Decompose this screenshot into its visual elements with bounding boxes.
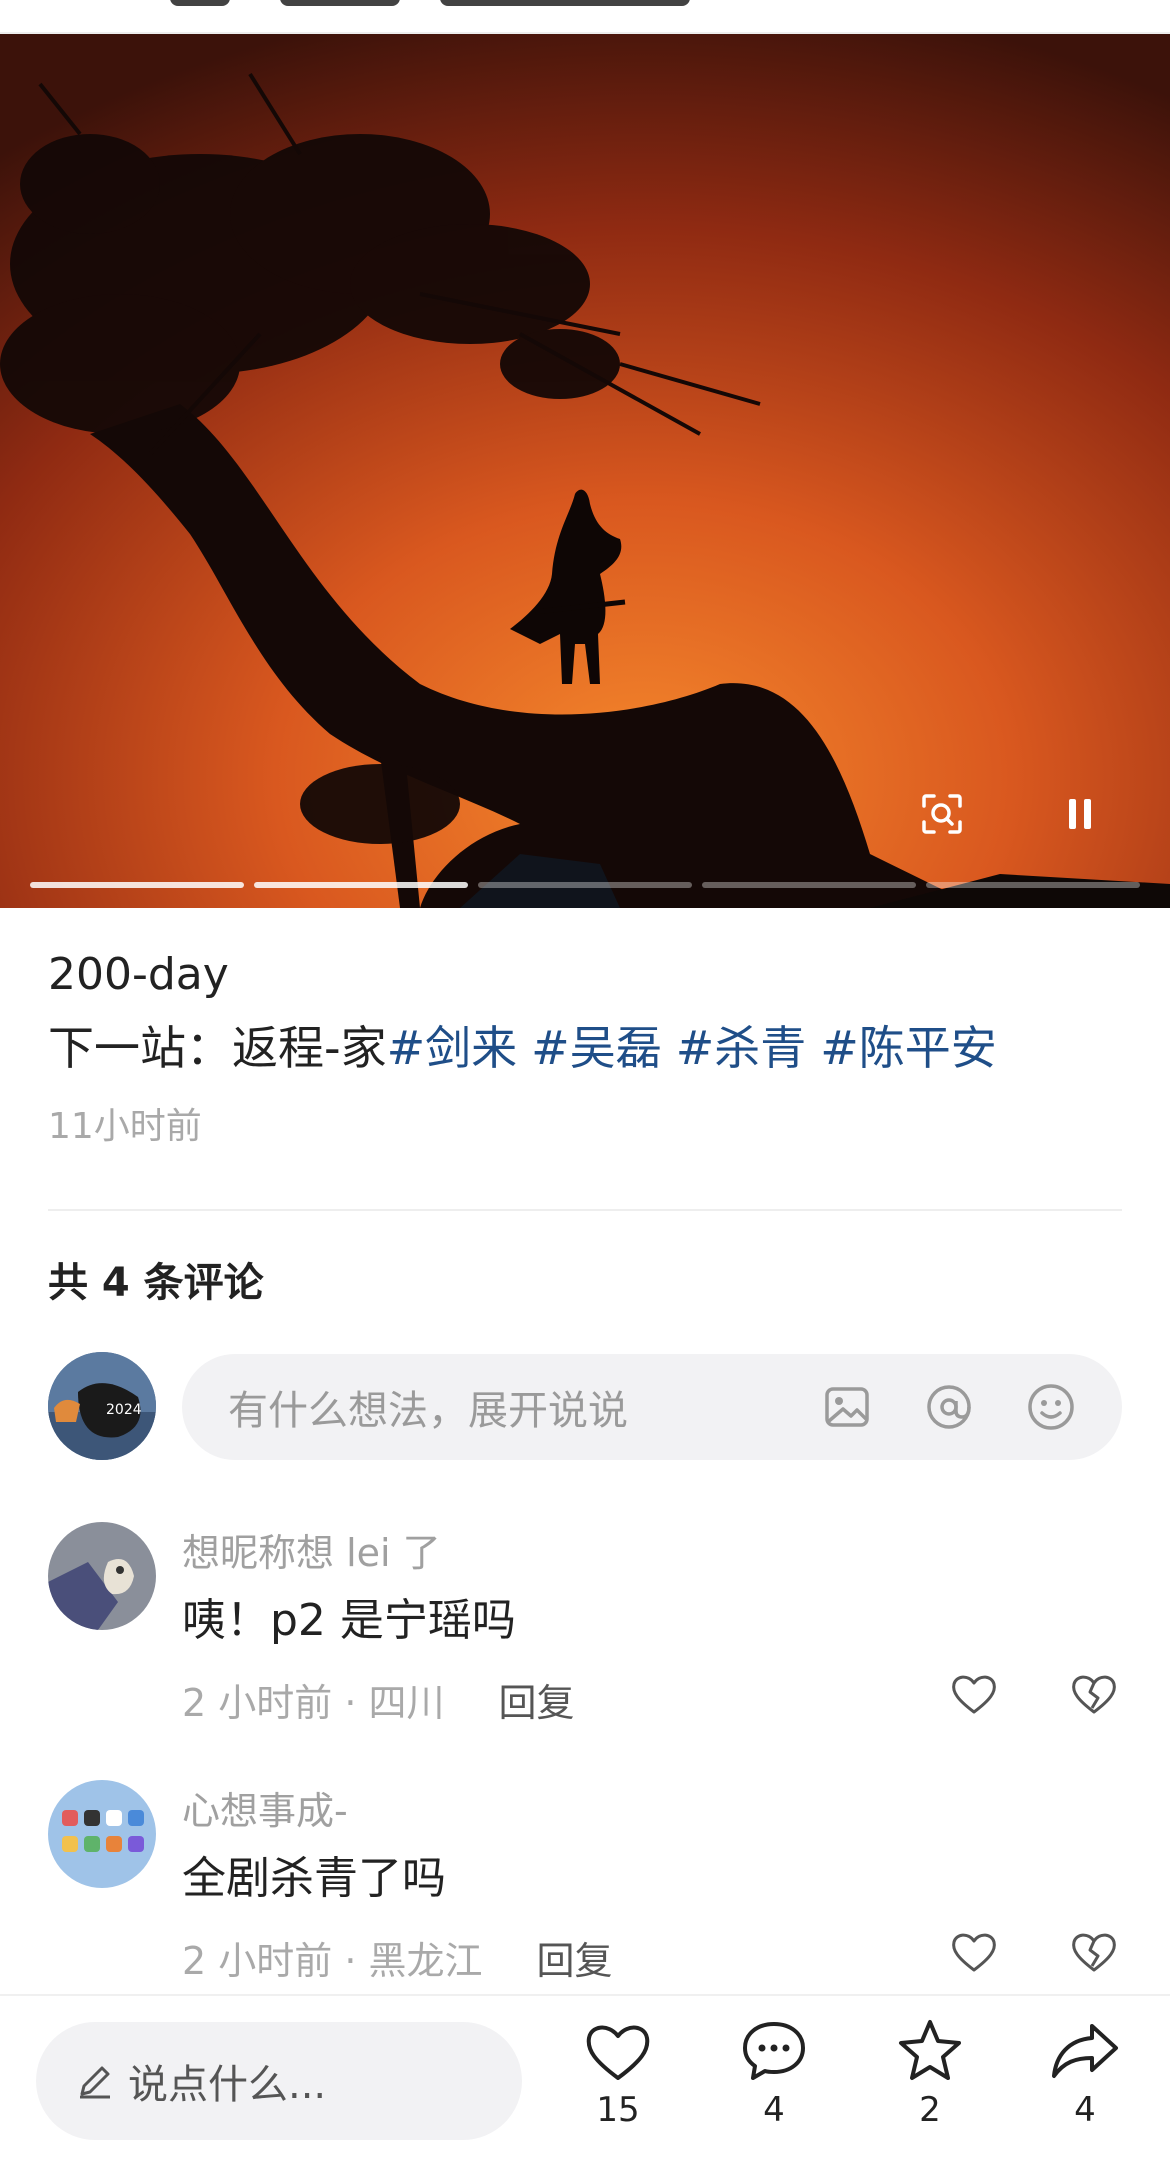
share-post-button[interactable]: 4 <box>1030 2014 1140 2154</box>
like-count: 15 <box>596 2090 640 2130</box>
bottom-input-placeholder: 说点什么... <box>128 2062 327 2108</box>
progress-segment <box>30 882 244 888</box>
hashtag-link[interactable]: #杀青 <box>676 1021 807 1075</box>
avatar-image: 2024 <box>48 1352 156 1460</box>
heart-icon <box>952 1933 996 1972</box>
comments-count-heading: 共 4 条评论 <box>48 1260 264 1306</box>
post-caption: 200-day 下一站：返程-家#剑来 #吴磊 #杀青 #陈平安 11小时前 <box>48 945 1128 1149</box>
bottom-action-bar: 说点什么... 15 4 2 4 <box>0 1994 1170 2157</box>
dislike-button[interactable] <box>1064 1922 1124 1982</box>
pencil-icon <box>80 2066 110 2099</box>
dislike-button[interactable] <box>1064 1664 1124 1724</box>
divider <box>48 1209 1122 1211</box>
comment-text: 咦！p2 是宁瑶吗 <box>182 1595 516 1646</box>
photo-progress-indicator <box>30 882 1140 888</box>
post-timestamp: 11小时前 <box>48 1106 202 1147</box>
favorite-count: 2 <box>919 2090 941 2130</box>
comment-meta: 2 小时前 · 四川 回复 <box>182 1672 575 1727</box>
hashtag-link[interactable]: #剑来 <box>387 1021 518 1075</box>
header-strip <box>0 0 1170 34</box>
sunset-silhouette-image <box>0 34 1170 908</box>
hashtag-link[interactable]: #陈平安 <box>820 1021 997 1075</box>
heart-icon <box>952 1675 996 1714</box>
favorite-post-button[interactable]: 2 <box>875 2014 985 2154</box>
post-text-prefix: 下一站：返程-家 <box>48 1021 387 1075</box>
avatar[interactable] <box>48 1522 156 1630</box>
broken-heart-icon <box>1072 1675 1116 1714</box>
avatar[interactable] <box>48 1780 156 1888</box>
at-icon[interactable] <box>918 1376 980 1438</box>
like-button[interactable] <box>944 1664 1004 1724</box>
post-detail-page: 200-day 下一站：返程-家#剑来 #吴磊 #杀青 #陈平安 11小时前 共 4 … <box>0 0 1170 2157</box>
star-icon <box>899 2020 961 2080</box>
comment-count: 4 <box>763 2090 785 2130</box>
progress-segment <box>926 882 1140 888</box>
reply-button[interactable]: 回复 <box>499 1681 575 1725</box>
pause-button[interactable] <box>1040 774 1120 854</box>
heart-icon <box>586 2025 650 2080</box>
like-post-button[interactable]: 15 <box>563 2014 673 2154</box>
share-count: 4 <box>1074 2090 1096 2130</box>
comment-text: 全剧杀青了吗 <box>182 1853 446 1904</box>
hashtag-link[interactable]: #吴磊 <box>531 1021 662 1075</box>
like-button[interactable] <box>944 1922 1004 1982</box>
emoji-icon[interactable] <box>1020 1376 1082 1438</box>
image-icon[interactable] <box>816 1376 878 1438</box>
broken-heart-icon <box>1072 1933 1116 1972</box>
post-photo[interactable] <box>0 34 1170 908</box>
comment-time-location: 2 小时前 · 黑龙江 <box>182 1939 483 1983</box>
comment-input-placeholder: 有什么想法，展开说说 <box>228 1388 628 1434</box>
comment-author[interactable]: 想昵称想 lei 了 <box>182 1522 441 1577</box>
comment-author[interactable]: 心想事成- <box>182 1780 348 1835</box>
comment-input[interactable]: 有什么想法，展开说说 <box>182 1354 1122 1460</box>
post-text: 下一站：返程-家#剑来 #吴磊 #杀青 #陈平安 <box>48 1013 1128 1083</box>
scan-search-icon <box>922 794 962 834</box>
my-avatar[interactable]: 2024 <box>48 1352 156 1460</box>
reply-button[interactable]: 回复 <box>537 1939 613 1983</box>
progress-segment <box>254 882 468 888</box>
progress-segment <box>702 882 916 888</box>
post-title: 200-day <box>48 949 229 1000</box>
comment-meta: 2 小时前 · 黑龙江 回复 <box>182 1930 613 1985</box>
svg-text:2024: 2024 <box>106 1402 142 1418</box>
comment-post-button[interactable]: 4 <box>719 2014 829 2154</box>
scan-search-button[interactable] <box>902 774 982 854</box>
bottom-comment-input[interactable]: 说点什么... <box>36 2022 522 2140</box>
pause-icon <box>1069 799 1091 829</box>
progress-segment <box>478 882 692 888</box>
chat-bubble-icon <box>743 2022 805 2080</box>
comment-time-location: 2 小时前 · 四川 <box>182 1681 445 1725</box>
share-arrow-icon <box>1052 2024 1118 2078</box>
